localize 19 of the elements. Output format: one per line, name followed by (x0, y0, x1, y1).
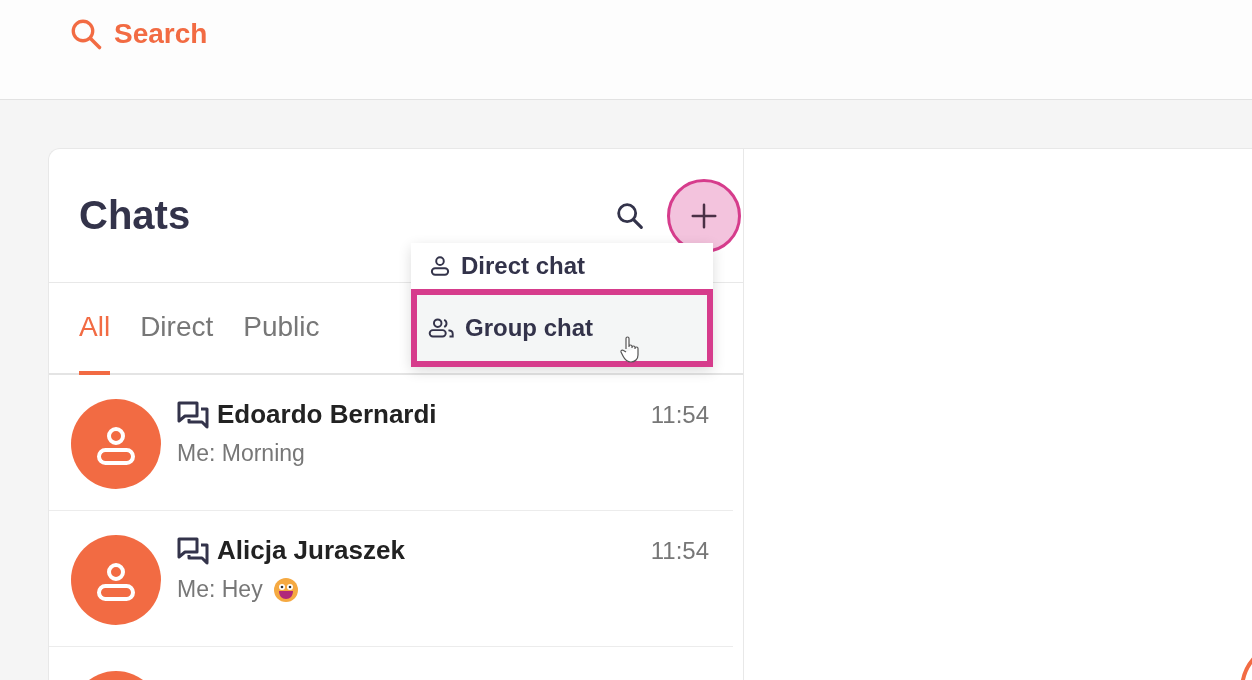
chat-row[interactable]: Alicja Juraszek Me: Hey 11:54 (49, 511, 733, 647)
chat-bubbles-icon (177, 400, 209, 429)
message-preview: Me: Morning (177, 440, 305, 467)
panel-title: Chats (79, 193, 192, 238)
avatar-icon (71, 399, 161, 489)
contact-name: Alicja Juraszek (217, 535, 405, 566)
message-preview: Me: Hey (177, 576, 263, 603)
grinning-emoji-icon (272, 576, 299, 603)
message-time: 11:54 (650, 537, 709, 565)
menu-item[interactable]: Direct chat (411, 243, 713, 289)
message-time: 11:54 (650, 401, 709, 429)
menu-item[interactable]: Group chat (411, 289, 713, 367)
people-icon (427, 315, 457, 341)
contact-name: Edoardo Bernardi (217, 399, 437, 430)
tab[interactable]: Public (243, 283, 320, 375)
avatar-icon (71, 535, 161, 625)
chat-bubbles-icon (177, 536, 209, 565)
chat-row[interactable]: Edoardo Bernardi Me: Morning 11:54 (49, 375, 733, 511)
tab[interactable]: Direct (140, 283, 214, 375)
